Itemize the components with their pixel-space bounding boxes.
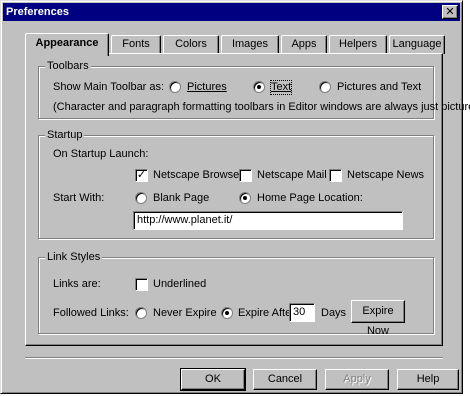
expire-after-radio[interactable] [221, 307, 233, 319]
cancel-label: Cancel [267, 373, 303, 385]
footer-separator [25, 357, 443, 359]
toolbar-text-label[interactable]: Text [269, 80, 293, 95]
show-toolbar-label: Show Main Toolbar as: [53, 81, 165, 93]
link-styles-group-label: Link Styles [45, 250, 103, 264]
never-expire-label[interactable]: Never Expire [153, 307, 217, 320]
underlined-label[interactable]: Underlined [153, 278, 206, 291]
netscape-mail-label[interactable]: Netscape Mail [257, 169, 327, 182]
tab-fonts[interactable]: Fonts [111, 35, 161, 54]
preferences-window: Preferences ✕ Appearance Fonts Colors Im… [0, 0, 470, 394]
days-label: Days [321, 307, 347, 319]
netscape-news-checkbox[interactable] [329, 169, 342, 182]
ok-button[interactable]: OK [180, 368, 246, 391]
toolbar-pictures-radio[interactable] [169, 81, 181, 93]
home-page-location-label[interactable]: Home Page Location: [257, 192, 363, 205]
netscape-browser-label[interactable]: Netscape Browser [153, 169, 243, 182]
cancel-button[interactable]: Cancel [253, 369, 317, 390]
toolbar-pictures-and-text-radio[interactable] [319, 81, 331, 93]
window-title: Preferences [6, 6, 69, 18]
tab-language[interactable]: Language [389, 35, 445, 54]
netscape-browser-checkbox[interactable]: ✓ [135, 169, 148, 182]
apply-button[interactable]: Apply [325, 369, 389, 390]
toolbars-group: Toolbars Show Main Toolbar as: Pictures … [38, 59, 470, 119]
on-startup-launch-label: On Startup Launch: [53, 148, 149, 160]
toolbar-text-radio[interactable] [253, 81, 265, 93]
tab-apps[interactable]: Apps [281, 35, 327, 54]
startup-group: Startup On Startup Launch: ✓ Netscape Br… [38, 128, 434, 239]
blank-page-radio[interactable] [135, 192, 147, 204]
expire-now-label: Expire Now [362, 305, 394, 337]
toolbars-group-label: Toolbars [45, 59, 91, 73]
help-label: Help [416, 373, 440, 385]
links-are-label: Links are: [53, 278, 101, 290]
tab-images[interactable]: Images [221, 35, 279, 54]
tab-helpers[interactable]: Helpers [329, 35, 387, 54]
toolbar-pictures-label[interactable]: Pictures [187, 81, 227, 94]
toolbar-pictures-and-text-label[interactable]: Pictures and Text [337, 81, 421, 94]
tab-appearance[interactable]: Appearance [25, 33, 109, 56]
netscape-mail-checkbox[interactable] [239, 169, 252, 182]
home-page-url-value: http://www.planet.it/ [137, 214, 233, 226]
expire-days-field[interactable]: 30 [289, 303, 315, 322]
never-expire-radio[interactable] [135, 307, 147, 319]
toolbar-note: (Character and paragraph formatting tool… [53, 101, 470, 113]
followed-links-label: Followed Links: [53, 307, 129, 319]
blank-page-label[interactable]: Blank Page [153, 192, 209, 205]
home-page-location-radio[interactable] [239, 192, 251, 204]
link-styles-group: Link Styles Links are: Underlined Follow… [38, 250, 434, 337]
startup-group-label: Startup [45, 128, 85, 142]
appearance-panel: Toolbars Show Main Toolbar as: Pictures … [25, 53, 470, 346]
tab-strip: Appearance Fonts Colors Images Apps Help… [25, 33, 445, 56]
apply-label: Apply [343, 373, 371, 385]
close-icon[interactable]: ✕ [442, 5, 458, 19]
start-with-label: Start With: [53, 192, 105, 204]
underlined-checkbox[interactable] [135, 278, 148, 291]
help-button[interactable]: Help [397, 369, 459, 390]
netscape-news-label[interactable]: Netscape News [347, 169, 424, 182]
tab-colors[interactable]: Colors [163, 35, 219, 54]
home-page-url-field[interactable]: http://www.planet.it/ [133, 211, 403, 230]
title-bar[interactable]: Preferences ✕ [3, 3, 460, 21]
ok-label: OK [205, 373, 221, 385]
expire-now-button[interactable]: Expire Now [351, 300, 405, 337]
expire-days-value: 30 [293, 306, 306, 318]
